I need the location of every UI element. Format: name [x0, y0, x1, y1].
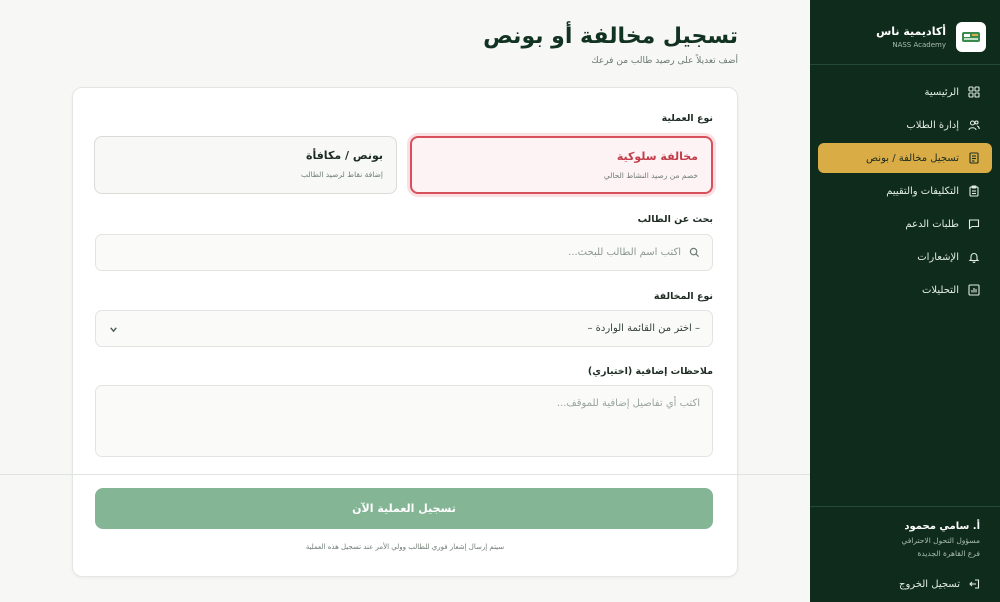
sidebar-item-support[interactable]: طلبات الدعم	[818, 209, 992, 239]
sidebar-item-record[interactable]: تسجيل مخالفة / بونص	[818, 143, 992, 173]
violation-type-value: – اختر من القائمة الواردة –	[587, 323, 700, 334]
sidebar-item-notifications[interactable]: الإشعارات	[818, 242, 992, 272]
search-icon	[689, 247, 700, 258]
user-branch: فرع القاهرة الجديدة	[917, 549, 980, 558]
clipboard-icon	[969, 185, 979, 197]
search-placeholder: اكتب اسم الطالب للبحث...	[568, 247, 681, 258]
operation-type-label: نوع العملية	[661, 113, 713, 124]
submit-button[interactable]: تسجيل العملية الآن	[95, 488, 713, 529]
academy-logo	[956, 22, 986, 52]
page-subtitle: أضف تعديلاً على رصيد طالب من فرعك	[591, 56, 738, 66]
chat-icon	[968, 219, 980, 230]
notification-note: سيتم إرسال إشعار فوري للطالب وولي الأمر …	[305, 543, 505, 551]
sidebar-item-label: الإشعارات	[917, 251, 959, 263]
sidebar-item-label: التحليلات	[921, 284, 959, 296]
sidebar-item-assignments[interactable]: التكليفات والتقييم	[818, 176, 992, 206]
sidebar-item-home[interactable]: الرئيسية	[818, 77, 992, 107]
record-form-card: نوع العملية مخالفة سلوكية خصم من رصيد ال…	[72, 87, 738, 577]
sidebar-item-analytics[interactable]: التحليلات	[818, 275, 992, 305]
logout-icon	[969, 579, 980, 589]
notes-placeholder: اكتب أي تفاصيل إضافية للموقف...	[556, 398, 700, 409]
sidebar-nav: الرئيسية إدارة الطلاب تسجيل مخالفة / بون…	[810, 65, 1000, 305]
chart-icon	[968, 284, 980, 296]
bonus-option-title: بونص / مكافأة	[305, 149, 383, 162]
sidebar-item-label: تسجيل مخالفة / بونص	[866, 152, 959, 164]
sidebar-item-label: الرئيسية	[924, 86, 959, 98]
user-role: مسؤول التحول الاحترافي	[901, 536, 980, 545]
logout-label: تسجيل الخروج	[898, 578, 960, 590]
brand: أكاديمية ناس NASS Academy	[810, 0, 1000, 60]
sidebar-item-students[interactable]: إدارة الطلاب	[818, 110, 992, 140]
violation-type-select[interactable]: – اختر من القائمة الواردة –	[95, 310, 713, 347]
violation-option[interactable]: مخالفة سلوكية خصم من رصيد النشاط الحالي	[410, 136, 713, 194]
chevron-down-icon	[110, 327, 117, 333]
brand-name: أكاديمية ناس	[876, 25, 946, 38]
page-title: تسجيل مخالفة أو بونص	[483, 24, 738, 49]
sidebar-item-label: طلبات الدعم	[905, 218, 959, 230]
student-search-label: بحث عن الطالب	[637, 214, 713, 225]
violation-type-label: نوع المخالفة	[653, 291, 713, 302]
violation-option-desc: خصم من رصيد النشاط الحالي	[603, 171, 698, 180]
student-search-input[interactable]: اكتب اسم الطالب للبحث...	[95, 234, 713, 271]
main-content: تسجيل مخالفة أو بونص أضف تعديلاً على رصي…	[0, 0, 810, 602]
grid-icon	[968, 86, 980, 98]
bell-icon	[968, 253, 980, 263]
sidebar-item-label: إدارة الطلاب	[906, 119, 959, 131]
notes-label: ملاحظات إضافية (اختياري)	[587, 366, 713, 377]
users-icon	[968, 120, 980, 131]
notes-textarea[interactable]: اكتب أي تفاصيل إضافية للموقف...	[95, 385, 713, 457]
bonus-option-desc: إضافة نقاط لرصيد الطالب	[300, 170, 383, 179]
user-name: أ. سامي محمود	[904, 521, 980, 532]
user-panel: أ. سامي محمود مسؤول التحول الاحترافي فرع…	[810, 506, 1000, 602]
sidebar: أكاديمية ناس NASS Academy الرئيسية إدارة…	[810, 0, 1000, 602]
bonus-option[interactable]: بونص / مكافأة إضافة نقاط لرصيد الطالب	[94, 136, 397, 194]
sidebar-item-label: التكليفات والتقييم	[886, 185, 959, 197]
brand-subtitle: NASS Academy	[892, 41, 946, 49]
logout-button[interactable]: تسجيل الخروج	[824, 578, 980, 590]
violation-option-title: مخالفة سلوكية	[616, 150, 698, 163]
page-divider	[0, 474, 810, 475]
record-icon	[969, 152, 979, 164]
